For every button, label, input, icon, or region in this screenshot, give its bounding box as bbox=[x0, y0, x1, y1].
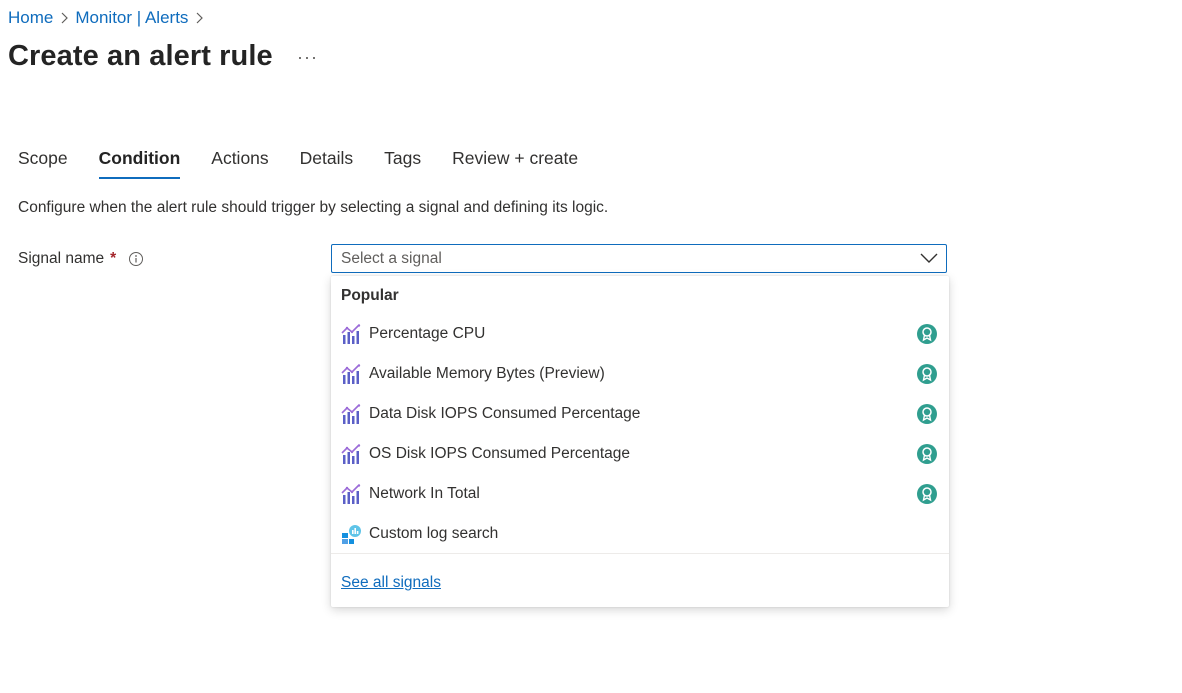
chevron-right-icon bbox=[188, 12, 210, 24]
dropdown-divider bbox=[331, 553, 949, 554]
metric-chart-icon bbox=[341, 404, 361, 424]
tab-tags[interactable]: Tags bbox=[384, 148, 421, 177]
tab-condition[interactable]: Condition bbox=[98, 148, 180, 179]
signal-option[interactable]: Data Disk IOPS Consumed Percentage bbox=[331, 394, 949, 434]
recommended-badge-icon bbox=[917, 364, 937, 384]
signal-option-label: Available Memory Bytes (Preview) bbox=[369, 365, 605, 382]
tab-bar: Scope Condition Actions Details Tags Rev… bbox=[18, 148, 609, 179]
signal-option[interactable]: Custom log search bbox=[331, 514, 949, 554]
recommended-badge-icon bbox=[917, 324, 937, 344]
tab-details[interactable]: Details bbox=[300, 148, 354, 177]
chevron-down-icon bbox=[920, 251, 938, 270]
signal-name-label: Signal name * bbox=[18, 250, 144, 268]
signal-option[interactable]: Network In Total bbox=[331, 474, 949, 514]
signal-select-placeholder: Select a signal bbox=[341, 250, 442, 267]
tab-scope[interactable]: Scope bbox=[18, 148, 68, 177]
chevron-right-icon bbox=[53, 12, 75, 24]
recommended-badge-icon bbox=[917, 484, 937, 504]
metric-chart-icon bbox=[341, 364, 361, 384]
signal-option-label: Data Disk IOPS Consumed Percentage bbox=[369, 405, 641, 422]
breadcrumb: Home Monitor | Alerts bbox=[8, 8, 210, 28]
signal-option-label: OS Disk IOPS Consumed Percentage bbox=[369, 445, 631, 462]
signal-option[interactable]: Available Memory Bytes (Preview) bbox=[331, 354, 949, 394]
signal-select[interactable]: Select a signal bbox=[331, 244, 947, 273]
signal-name-text: Signal name bbox=[18, 250, 105, 267]
see-all-signals-link[interactable]: See all signals bbox=[341, 574, 441, 592]
metric-chart-icon bbox=[341, 324, 361, 344]
breadcrumb-home[interactable]: Home bbox=[8, 8, 53, 28]
condition-description: Configure when the alert rule should tri… bbox=[18, 199, 609, 216]
signal-option-label: Custom log search bbox=[369, 525, 499, 542]
breadcrumb-monitor-alerts[interactable]: Monitor | Alerts bbox=[75, 8, 188, 28]
dropdown-group-header: Popular bbox=[341, 287, 399, 304]
tab-actions[interactable]: Actions bbox=[211, 148, 268, 177]
tab-review-create[interactable]: Review + create bbox=[452, 148, 578, 177]
signal-option[interactable]: OS Disk IOPS Consumed Percentage bbox=[331, 434, 949, 474]
signal-option-label: Network In Total bbox=[369, 485, 480, 502]
metric-chart-icon bbox=[341, 444, 361, 464]
log-search-icon bbox=[342, 525, 361, 544]
signal-option-label: Percentage CPU bbox=[369, 325, 486, 342]
recommended-badge-icon bbox=[917, 404, 937, 424]
metric-chart-icon bbox=[341, 484, 361, 504]
info-icon[interactable] bbox=[128, 251, 144, 267]
more-options-button[interactable]: ··· bbox=[297, 47, 318, 68]
signal-dropdown: Popular Percentage CPU Available Memory … bbox=[331, 276, 949, 607]
required-asterisk: * bbox=[110, 250, 117, 267]
recommended-badge-icon bbox=[917, 444, 937, 464]
signal-option[interactable]: Percentage CPU bbox=[331, 314, 949, 354]
page-title: Create an alert rule bbox=[8, 40, 273, 72]
